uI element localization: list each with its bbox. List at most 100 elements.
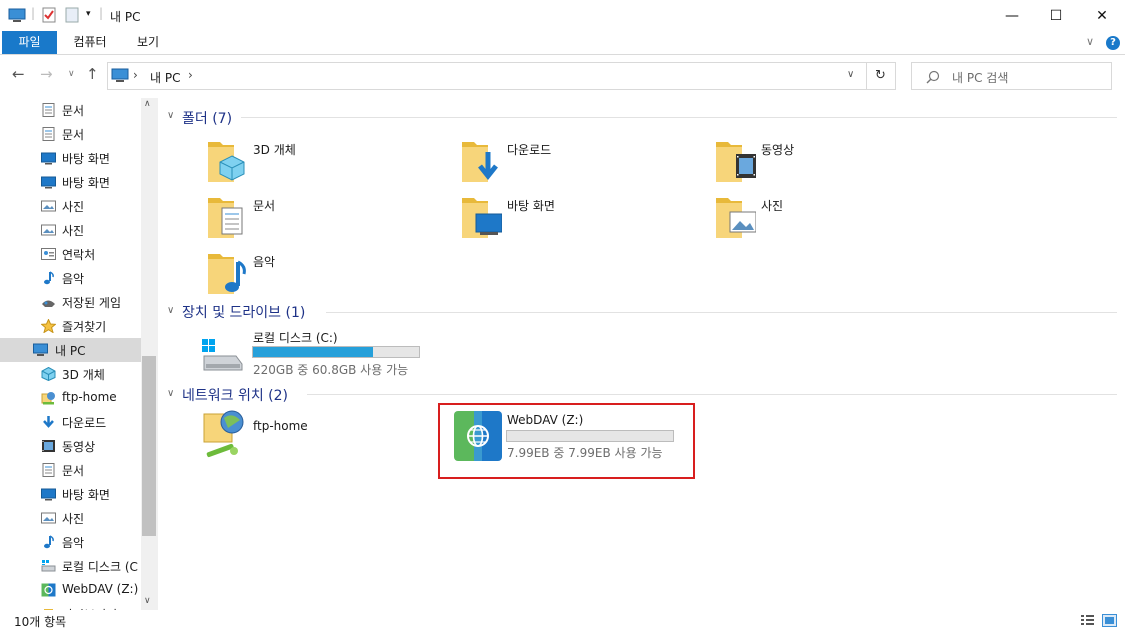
nav-item-label: ftp-home (62, 390, 117, 404)
group-header-drives[interactable]: 장치 및 드라이브 (1) (182, 302, 305, 322)
nav-item-label: 문서 (62, 104, 85, 118)
forward-arrow-icon[interactable]: → (40, 65, 53, 83)
drive-usage-bar (252, 346, 420, 358)
nav-scrollbar-thumb[interactable] (142, 356, 156, 536)
folder-item[interactable]: 다운로드 (462, 138, 712, 188)
nav-item[interactable]: 바탕 화면 (0, 482, 141, 506)
explorer-window: | ▾ | 내 PC — ☐ ✕ 파일 컴퓨터 보기 ∨ ? ← → ∨ ↑ ›… (0, 0, 1125, 634)
properties-icon[interactable] (42, 7, 56, 23)
nav-item[interactable]: 내 PC (0, 338, 141, 362)
nav-item[interactable]: 문서 (0, 458, 141, 482)
nav-item-label: 3D 개체 (62, 368, 105, 382)
tab-file[interactable]: 파일 (2, 31, 57, 54)
desktop-folder-icon (462, 198, 502, 238)
webdav-drive-z[interactable]: WebDAV (Z:) 7.99EB 중 7.99EB 사용 가능 (454, 411, 684, 463)
nav-item[interactable]: 동영상 (0, 434, 141, 458)
nav-item[interactable]: 사진 (0, 506, 141, 530)
nav-item-label: 다운로드 (62, 416, 107, 430)
nav-item[interactable]: 문서 (0, 98, 141, 122)
local-disk-c[interactable]: 로컬 디스크 (C:) 220GB 중 60.8GB 사용 가능 (200, 328, 430, 378)
search-placeholder: 내 PC 검색 (952, 71, 1009, 85)
close-button[interactable]: ✕ (1079, 0, 1125, 31)
address-dropdown-icon[interactable]: ∨ (847, 69, 854, 80)
collapse-chevron-icon[interactable]: ∨ (167, 110, 174, 121)
nav-item[interactable]: 저장된 게임 (0, 290, 141, 314)
network-location-label: ftp-home (253, 419, 308, 433)
tab-view[interactable]: 보기 (124, 31, 172, 54)
nav-item[interactable]: 사진 (0, 194, 141, 218)
3d-objects-folder-icon (208, 142, 245, 182)
pictures-icon (41, 200, 56, 212)
nav-item-label: 로컬 디스크 (C (62, 560, 138, 574)
help-icon[interactable]: ? (1106, 36, 1120, 50)
nav-item[interactable]: 연락처 (0, 242, 141, 266)
folder-item[interactable]: 음악 (208, 250, 458, 300)
drive-usage-fill (253, 347, 373, 357)
nav-item[interactable]: WebDAV (Z:) (0, 578, 141, 602)
breadcrumb-chevron[interactable]: › (188, 68, 193, 82)
drive-usage-bar (506, 430, 674, 442)
refresh-button[interactable]: ↻ (866, 62, 896, 90)
nav-item[interactable]: 즐겨찾기 (0, 314, 141, 338)
nav-item-label: 동영상 (62, 440, 96, 454)
back-arrow-icon[interactable]: ← (12, 65, 25, 83)
nav-item[interactable]: 다운로드 (0, 410, 141, 434)
folder-item[interactable]: 바탕 화면 (462, 194, 712, 244)
desktop-icon (41, 488, 56, 501)
details-view-icon[interactable] (1080, 614, 1095, 627)
folder-item[interactable]: 문서 (208, 194, 458, 244)
new-folder-icon[interactable] (65, 7, 79, 23)
nav-item[interactable]: 음악 (0, 266, 141, 290)
library-icon (44, 609, 53, 610)
nav-item-label: 내 PC (55, 344, 86, 358)
separator: | (31, 6, 36, 20)
nav-item[interactable]: 바탕 화면 (0, 170, 141, 194)
maximize-button[interactable]: ☐ (1033, 0, 1079, 31)
nav-item[interactable]: 사진 (0, 218, 141, 242)
folder-item[interactable]: 사진 (716, 194, 966, 244)
nav-item-label: 사진 (62, 200, 85, 214)
address-bar[interactable]: › 내 PC › ∨ (107, 62, 867, 90)
nav-item[interactable]: ftp-home (0, 386, 141, 410)
nav-item-label: 연락처 (62, 248, 96, 262)
saved-games-icon (42, 300, 55, 307)
nav-item[interactable]: 로컬 디스크 (C (0, 554, 141, 578)
folder-label: 3D 개체 (253, 143, 296, 157)
group-header-network[interactable]: 네트워크 위치 (2) (182, 385, 288, 405)
nav-item[interactable]: 3D 개체 (0, 362, 141, 386)
nav-item[interactable]: 바탕 화면 (0, 146, 141, 170)
network-location-ftp-home[interactable]: ftp-home (200, 410, 430, 462)
folder-item[interactable]: 동영상 (716, 138, 966, 188)
group-header-folders[interactable]: 폴더 (7) (182, 108, 232, 128)
nav-item[interactable]: 음악 (0, 530, 141, 554)
document-icon (42, 103, 55, 117)
drive-label: 로컬 디스크 (C:) (253, 331, 338, 345)
search-box[interactable]: 내 PC 검색 (911, 62, 1112, 90)
large-icons-view-icon[interactable] (1102, 614, 1117, 627)
collapse-chevron-icon[interactable]: ∨ (167, 388, 174, 399)
pc-icon (33, 343, 48, 356)
videos-icon (42, 440, 55, 452)
local-disk-icon (202, 339, 243, 371)
breadcrumb-chevron[interactable]: › (133, 68, 138, 82)
scroll-up-icon[interactable]: ∧ (144, 99, 151, 109)
status-item-count: 10개 항목 (14, 615, 67, 629)
nav-item-label: 음악 (62, 272, 85, 286)
scroll-down-icon[interactable]: ∨ (144, 596, 151, 606)
nav-item[interactable]: 문서 (0, 122, 141, 146)
music-icon (44, 535, 54, 549)
collapse-chevron-icon[interactable]: ∨ (167, 305, 174, 316)
customize-dropdown-icon[interactable]: ▾ (86, 9, 91, 19)
minimize-button[interactable]: — (989, 0, 1035, 31)
recent-locations-icon[interactable]: ∨ (68, 69, 75, 79)
divider (241, 117, 1117, 118)
pictures-icon (41, 512, 56, 524)
breadcrumb-location[interactable]: 내 PC (150, 69, 180, 86)
expand-ribbon-icon[interactable]: ∨ (1086, 35, 1094, 48)
folder-item[interactable]: 3D 개체 (208, 138, 458, 188)
up-arrow-icon[interactable]: ↑ (86, 65, 99, 83)
search-icon (926, 70, 940, 84)
nav-item[interactable]: 라이브러리 (0, 602, 141, 610)
tab-computer[interactable]: 컴퓨터 (60, 31, 120, 54)
document-icon (42, 127, 55, 141)
